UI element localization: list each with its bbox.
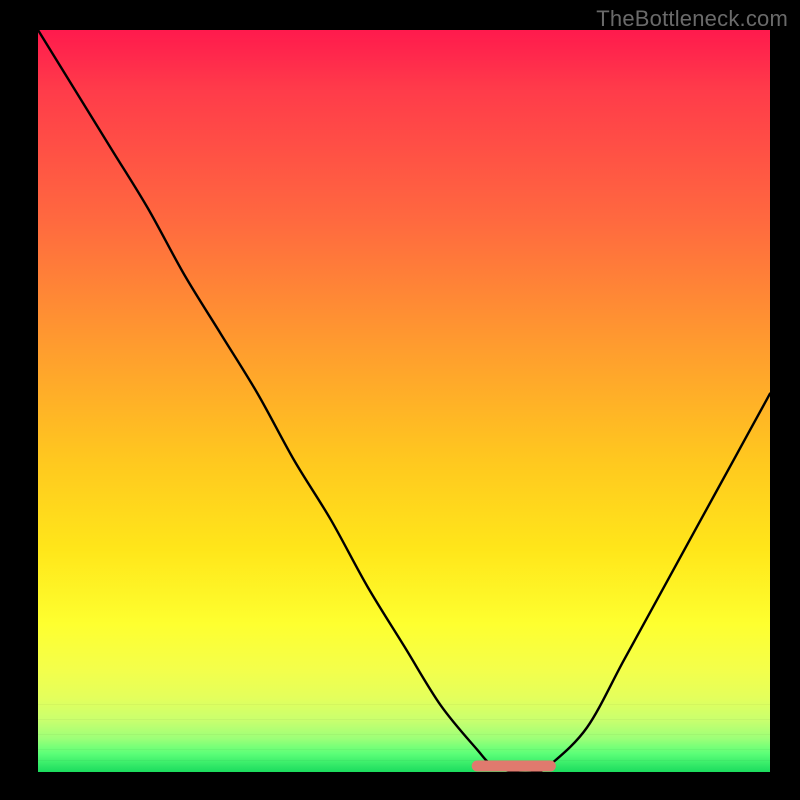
watermark-text: TheBottleneck.com (596, 6, 788, 32)
bottleneck-curve-svg (38, 30, 770, 772)
bottleneck-curve (38, 30, 770, 773)
chart-frame: TheBottleneck.com (0, 0, 800, 800)
plot-area (38, 30, 770, 772)
